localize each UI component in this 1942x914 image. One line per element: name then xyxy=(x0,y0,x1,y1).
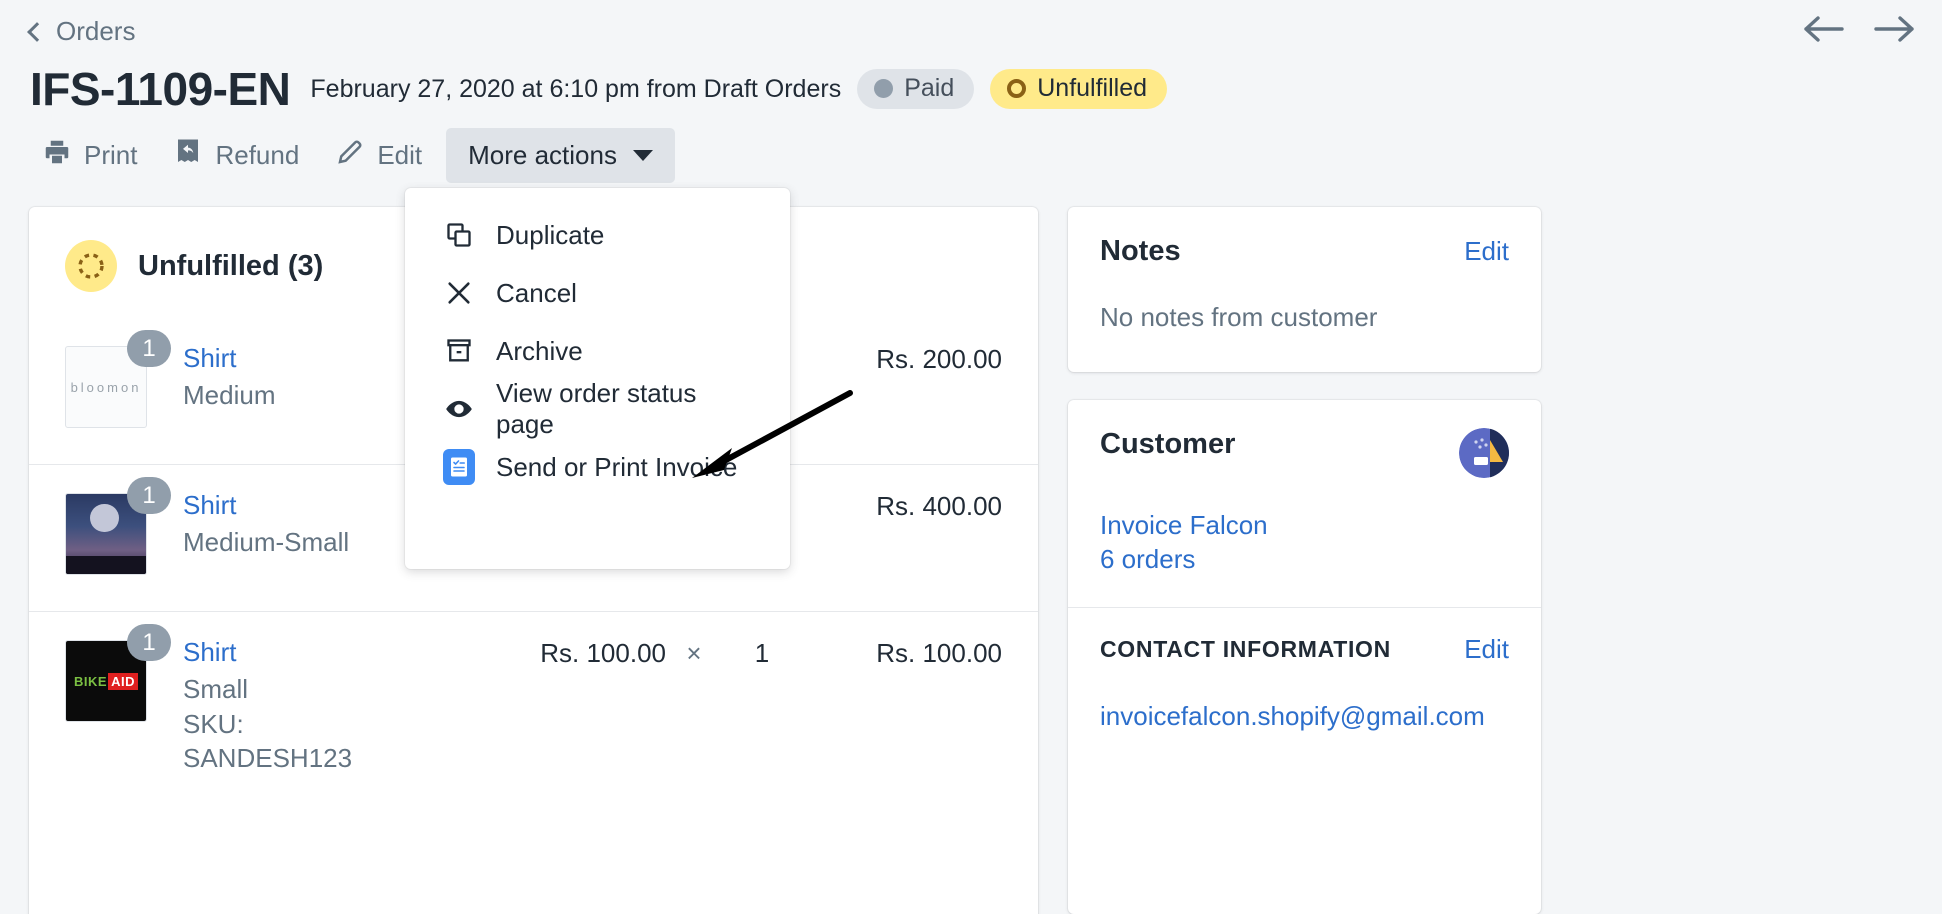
eye-icon xyxy=(443,393,475,425)
page-title: IFS-1109-EN xyxy=(30,63,291,115)
customer-name-link[interactable]: Invoice Falcon xyxy=(1100,508,1509,542)
line-item-total: Rs. 400.00 xyxy=(876,491,1002,521)
breadcrumb-orders[interactable]: Orders xyxy=(27,16,136,47)
refund-receipt-icon xyxy=(173,137,203,174)
duplicate-icon xyxy=(443,219,475,251)
status-badge-payment: Paid xyxy=(857,69,975,109)
line-item-thumbnail-wrap: 1 xyxy=(65,477,171,575)
line-item-info: Shirt Medium-Small xyxy=(183,487,416,559)
filled-dot-icon xyxy=(874,79,894,98)
product-sku: SKU: SANDESH123 xyxy=(183,709,353,774)
notes-body: No notes from customer xyxy=(1100,302,1378,332)
line-item-quantity: 1 xyxy=(754,638,770,668)
line-item-info: Shirt Small SKU: SANDESH123 xyxy=(183,634,416,776)
order-detail-page: Orders IFS-1109-EN February 27, 2020 at … xyxy=(0,0,1942,914)
menu-item-duplicate[interactable]: Duplicate xyxy=(405,206,790,264)
product-variant: Medium-Small xyxy=(183,526,350,557)
dashed-circle-icon xyxy=(65,240,117,292)
contact-information-label: CONTACT INFORMATION xyxy=(1100,635,1391,662)
product-variant: Medium xyxy=(183,379,276,410)
product-link[interactable]: Shirt xyxy=(183,489,416,522)
avatar xyxy=(1459,428,1509,478)
page-title-row: IFS-1109-EN February 27, 2020 at 6:10 pm… xyxy=(30,62,1168,116)
customer-email-link[interactable]: invoicefalcon.shopify@gmail.com xyxy=(1100,701,1509,732)
quantity-badge: 1 xyxy=(127,477,171,514)
more-actions-button[interactable]: More actions xyxy=(446,128,675,183)
pagination-arrows xyxy=(1802,14,1916,44)
notes-card: Notes Edit No notes from customer xyxy=(1068,207,1541,372)
customer-links: Invoice Falcon 6 orders xyxy=(1100,508,1509,577)
menu-item-label: Send or Print Invoice xyxy=(496,451,738,482)
notes-title: Notes xyxy=(1100,235,1181,267)
line-item-total: Rs. 100.00 xyxy=(876,638,1002,668)
status-badge-payment-label: Paid xyxy=(904,74,955,102)
notes-edit-link[interactable]: Edit xyxy=(1464,236,1509,267)
close-x-icon xyxy=(443,277,475,309)
action-bar: Print Refund Edit More actions xyxy=(24,127,675,184)
unit-price: Rs. 100.00 xyxy=(540,638,666,668)
contact-header: CONTACT INFORMATION Edit xyxy=(1100,634,1509,665)
line-item-thumbnail-wrap: BIKE AID 1 xyxy=(65,624,171,722)
contact-edit-link[interactable]: Edit xyxy=(1464,634,1509,665)
line-item-thumbnail-wrap: bloomon 1 xyxy=(65,330,171,428)
contact-information-section: CONTACT INFORMATION Edit invoicefalcon.s… xyxy=(1068,608,1541,760)
line-item-total: Rs. 200.00 xyxy=(876,344,1002,374)
status-badge-fulfillment-label: Unfulfilled xyxy=(1037,74,1148,102)
arrow-right-icon[interactable] xyxy=(1874,14,1916,44)
customer-orders-link[interactable]: 6 orders xyxy=(1100,542,1509,576)
print-label: Print xyxy=(84,140,138,170)
fulfillment-title: Unfulfilled (3) xyxy=(138,249,324,282)
breadcrumb-label: Orders xyxy=(56,16,136,46)
print-button[interactable]: Print xyxy=(24,127,155,184)
menu-item-label: Archive xyxy=(496,335,583,366)
multiply-symbol: × xyxy=(686,638,702,668)
refund-label: Refund xyxy=(215,140,300,170)
quantity-badge: 1 xyxy=(127,624,171,661)
quantity-badge: 1 xyxy=(127,330,171,367)
menu-item-label: Duplicate xyxy=(496,219,605,250)
order-meta: February 27, 2020 at 6:10 pm from Draft … xyxy=(310,74,842,103)
customer-card: Customer Invoice Falcon 6 orders CONTACT… xyxy=(1068,400,1541,914)
edit-label: Edit xyxy=(377,140,423,170)
more-actions-label: More actions xyxy=(468,140,617,170)
menu-item-view-order-status[interactable]: View order status page xyxy=(405,378,790,439)
more-actions-menu: Duplicate Cancel Archive View order stat… xyxy=(405,188,790,569)
invoice-app-icon xyxy=(443,449,475,485)
archive-box-icon xyxy=(443,335,475,367)
notes-header: Notes Edit xyxy=(1100,235,1509,268)
refund-button[interactable]: Refund xyxy=(155,127,317,184)
edit-button[interactable]: Edit xyxy=(317,127,440,184)
table-row: BIKE AID 1 Shirt Small SKU: SANDESH123 Rs… xyxy=(29,612,1038,800)
ring-dot-icon xyxy=(1007,79,1027,98)
menu-item-label: View order status page xyxy=(496,378,697,439)
pencil-icon xyxy=(335,137,365,174)
menu-item-archive[interactable]: Archive xyxy=(405,322,790,380)
customer-section: Customer Invoice Falcon 6 orders xyxy=(1068,400,1541,608)
menu-item-cancel[interactable]: Cancel xyxy=(405,264,790,322)
line-item-info: Shirt Medium xyxy=(183,340,416,412)
menu-item-send-or-print-invoice[interactable]: Send or Print Invoice xyxy=(405,438,790,496)
arrow-left-icon[interactable] xyxy=(1802,14,1844,44)
menu-item-label: Cancel xyxy=(496,277,577,308)
product-variant: Small xyxy=(183,673,249,704)
chevron-left-icon xyxy=(27,22,47,42)
caret-down-icon xyxy=(632,150,653,161)
status-badge-fulfillment: Unfulfilled xyxy=(990,69,1168,109)
customer-header: Customer xyxy=(1100,428,1509,478)
customer-title: Customer xyxy=(1100,428,1236,460)
product-link[interactable]: Shirt xyxy=(183,636,416,669)
product-link[interactable]: Shirt xyxy=(183,342,416,375)
printer-icon xyxy=(42,137,72,174)
